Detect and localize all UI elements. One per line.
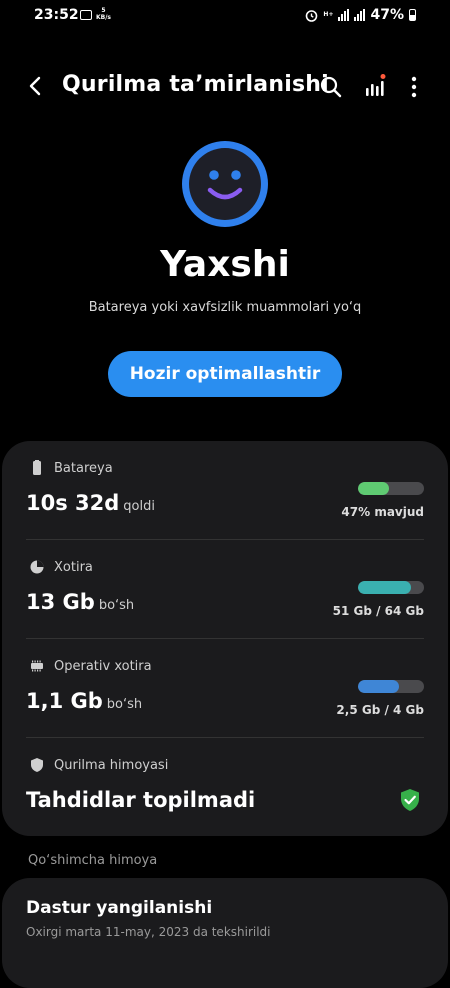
status-bar: 23:52 5 KB/s H+ 47%: [0, 0, 450, 34]
gallery-icon: [80, 10, 92, 20]
health-status: Yaxshi: [160, 244, 290, 285]
protection-value: Tahdidlar topilmadi: [26, 788, 255, 812]
storage-caption: 51 Gb / 64 Gb: [332, 604, 424, 618]
ram-bar: [358, 680, 424, 693]
battery-percent: 47%: [370, 7, 404, 23]
storage-bar: [358, 581, 424, 594]
app-header: Qurilma ta’mirlanishi: [0, 64, 450, 108]
shield-icon: [31, 758, 43, 772]
ram-caption: 2,5 Gb / 4 Gb: [336, 703, 424, 717]
memory-chip-icon: [31, 660, 43, 672]
network-type: H+: [323, 11, 334, 18]
back-arrow-icon[interactable]: [22, 72, 50, 100]
ram-value: 1,1 Gb bo‘sh: [26, 689, 142, 713]
battery-bar: [358, 482, 424, 495]
chart-icon[interactable]: [362, 74, 388, 100]
software-update-title: Dastur yangilanishi: [26, 898, 213, 918]
battery-section[interactable]: Batareya 10s 32d qoldi 47% mavjud: [2, 441, 448, 540]
network-speed-unit: KB/s: [96, 14, 111, 21]
battery-time: 10s 32d: [26, 491, 120, 515]
battery-label: Batareya: [54, 461, 113, 476]
ram-bar-fill: [358, 680, 399, 693]
page-title: Qurilma ta’mirlanishi: [62, 72, 329, 97]
shield-check-icon: [401, 789, 419, 811]
storage-bar-fill: [358, 581, 411, 594]
ram-section[interactable]: Operativ xotira 1,1 Gb bo‘sh 2,5 Gb / 4 G…: [2, 639, 448, 738]
notification-dot: [380, 74, 386, 79]
more-vert-icon[interactable]: [404, 74, 424, 100]
battery-suffix: qoldi: [123, 499, 155, 514]
storage-value: 13 Gb bo‘sh: [26, 590, 134, 614]
protection-label: Qurilma himoyasi: [54, 758, 169, 773]
alarm-icon: [306, 9, 318, 22]
storage-suffix: bo‘sh: [98, 598, 135, 613]
smiley-face-icon: [182, 141, 268, 227]
network-speed-value: 5: [101, 7, 106, 14]
status-icons: H+ 47%: [305, 7, 416, 23]
ram-suffix: bo‘sh: [106, 697, 143, 712]
storage-section[interactable]: Xotira 13 Gb bo‘sh 51 Gb / 64 Gb: [2, 540, 448, 639]
ram-free: 1,1 Gb: [26, 689, 103, 713]
battery-bar-fill: [358, 482, 390, 495]
health-subtitle: Batareya yoki xavfsizlik muammolari yo‘q: [88, 300, 362, 315]
battery-status-icon: [409, 9, 416, 21]
storage-label: Xotira: [54, 560, 93, 575]
optimize-button[interactable]: Hozir optimallashtir: [108, 351, 342, 397]
battery-caption: 47% mavjud: [341, 505, 424, 519]
software-update-card[interactable]: Dastur yangilanishi Oxirgi marta 11-may,…: [2, 878, 448, 988]
pie-chart-icon: [30, 560, 44, 574]
signal-icon: [338, 9, 350, 21]
network-speed: 5 KB/s: [96, 7, 111, 21]
extra-protection-label: Qo‘shimcha himoya: [28, 853, 158, 868]
protection-section[interactable]: Qurilma himoyasi Tahdidlar topilmadi: [2, 738, 448, 837]
protection-status: Tahdidlar topilmadi: [26, 788, 256, 812]
status-time: 23:52: [34, 7, 79, 23]
storage-free: 13 Gb: [26, 590, 95, 614]
battery-icon: [33, 460, 41, 475]
search-icon[interactable]: [318, 74, 344, 100]
signal-icon-2: [354, 9, 366, 21]
software-update-subtitle: Oxirgi marta 11-may, 2023 da tekshirildi: [26, 925, 271, 939]
battery-value: 10s 32d qoldi: [26, 491, 155, 515]
ram-label: Operativ xotira: [54, 659, 152, 674]
status-card: Batareya 10s 32d qoldi 47% mavjud Xotira …: [2, 441, 448, 836]
